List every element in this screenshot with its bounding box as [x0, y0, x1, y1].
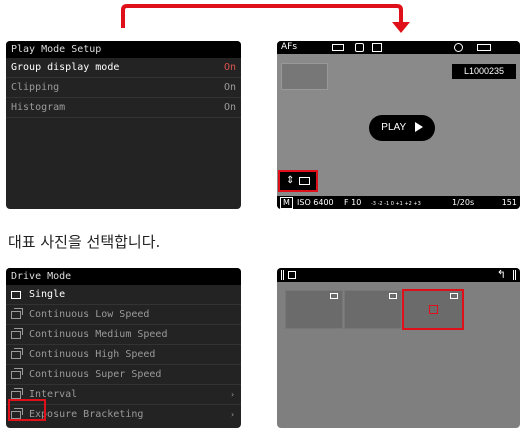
stack-icon — [330, 293, 338, 299]
drive-item-continuous-high[interactable]: Continuous High Speed — [6, 345, 241, 365]
aperture-value: F 10 — [344, 198, 362, 207]
group-playback-screen: ↰ — [277, 268, 520, 428]
play-triangle-icon — [414, 122, 423, 133]
instruction-caption: 대표 사진을 선택합니다. — [8, 233, 161, 251]
chevron-right-icon: › — [230, 410, 235, 419]
scroll-indicator-icon — [281, 270, 284, 280]
continuous-icon — [11, 307, 23, 319]
continuous-icon — [11, 367, 23, 379]
drive-item-continuous-medium[interactable]: Continuous Medium Speed — [6, 325, 241, 345]
drive-item-label: Exposure Bracketing — [29, 409, 144, 420]
continuous-icon — [11, 347, 23, 359]
exposure-scale: -3 -2 -1 0 +1 +2 +3 — [371, 201, 421, 207]
menu-item-label: Histogram — [11, 102, 66, 113]
highlight-box-selected-thumbnail — [402, 289, 464, 330]
menu-item-label: Clipping — [11, 82, 60, 93]
stack-icon — [389, 293, 397, 299]
play-label: PLAY — [381, 122, 406, 133]
drive-item-continuous-super[interactable]: Continuous Super Speed — [6, 365, 241, 385]
playback-screen: AFs L1000235 PLAY ⇕ M ISO 6400 F 10 -3 -… — [277, 41, 520, 209]
drive-mode-menu: Drive Mode Single Continuous Low Speed C… — [6, 268, 241, 428]
group-thumbnail[interactable] — [344, 290, 402, 329]
shot-count: 151 — [501, 198, 517, 207]
play-mode-menu: Play Mode Setup Group display mode On Cl… — [6, 41, 241, 209]
drive-item-continuous-low[interactable]: Continuous Low Speed — [6, 305, 241, 325]
menu-title: Drive Mode — [6, 268, 241, 285]
drive-item-label: Continuous Super Speed — [29, 369, 162, 380]
exposure-mode: M — [280, 197, 293, 209]
thumbnail-preview — [281, 63, 328, 90]
group-icon — [288, 271, 296, 279]
highlight-box-bracketing-icon — [8, 399, 46, 421]
play-button[interactable]: PLAY — [369, 115, 435, 141]
format-icon — [332, 44, 344, 51]
menu-item-value: On — [223, 102, 236, 113]
drive-item-single[interactable]: Single — [6, 285, 241, 305]
back-arrow-icon[interactable]: ↰ — [497, 268, 506, 281]
flow-arrow — [121, 4, 410, 33]
group-thumbnail[interactable] — [285, 290, 343, 329]
filename-label: L1000235 — [452, 64, 516, 79]
filename-text: L1000235 — [463, 66, 505, 76]
menu-item-clipping[interactable]: Clipping On — [6, 78, 241, 98]
shutter-value: 1/20s — [452, 198, 475, 207]
menu-item-histogram[interactable]: Histogram On — [6, 98, 241, 118]
drive-icon — [372, 43, 382, 52]
group-status-bar: ↰ — [277, 268, 520, 282]
highlight-box-group-icon — [278, 170, 318, 192]
battery-icon — [477, 44, 491, 51]
drive-item-label: Continuous Medium Speed — [29, 329, 168, 340]
stabilization-icon — [454, 43, 463, 52]
single-frame-icon — [11, 290, 21, 299]
menu-item-value: On — [223, 82, 236, 93]
af-mode: AFs — [281, 42, 298, 52]
interval-icon — [11, 387, 23, 399]
iso-value: ISO 6400 — [297, 198, 334, 207]
drive-item-label: Single — [29, 289, 66, 300]
chevron-right-icon: › — [230, 390, 235, 399]
status-bar-bottom: M ISO 6400 F 10 -3 -2 -1 0 +1 +2 +3 1/20… — [277, 196, 520, 209]
menu-item-group-display[interactable]: Group display mode On — [6, 58, 241, 78]
metering-icon — [355, 43, 364, 52]
menu-title: Play Mode Setup — [6, 41, 241, 58]
drive-item-label: Continuous Low Speed — [29, 309, 150, 320]
menu-item-value: On — [223, 62, 236, 73]
status-bar-top: AFs — [277, 41, 520, 54]
scroll-indicator-right-icon — [513, 270, 516, 280]
drive-item-label: Continuous High Speed — [29, 349, 156, 360]
continuous-icon — [11, 327, 23, 339]
menu-item-label: Group display mode — [11, 62, 120, 73]
